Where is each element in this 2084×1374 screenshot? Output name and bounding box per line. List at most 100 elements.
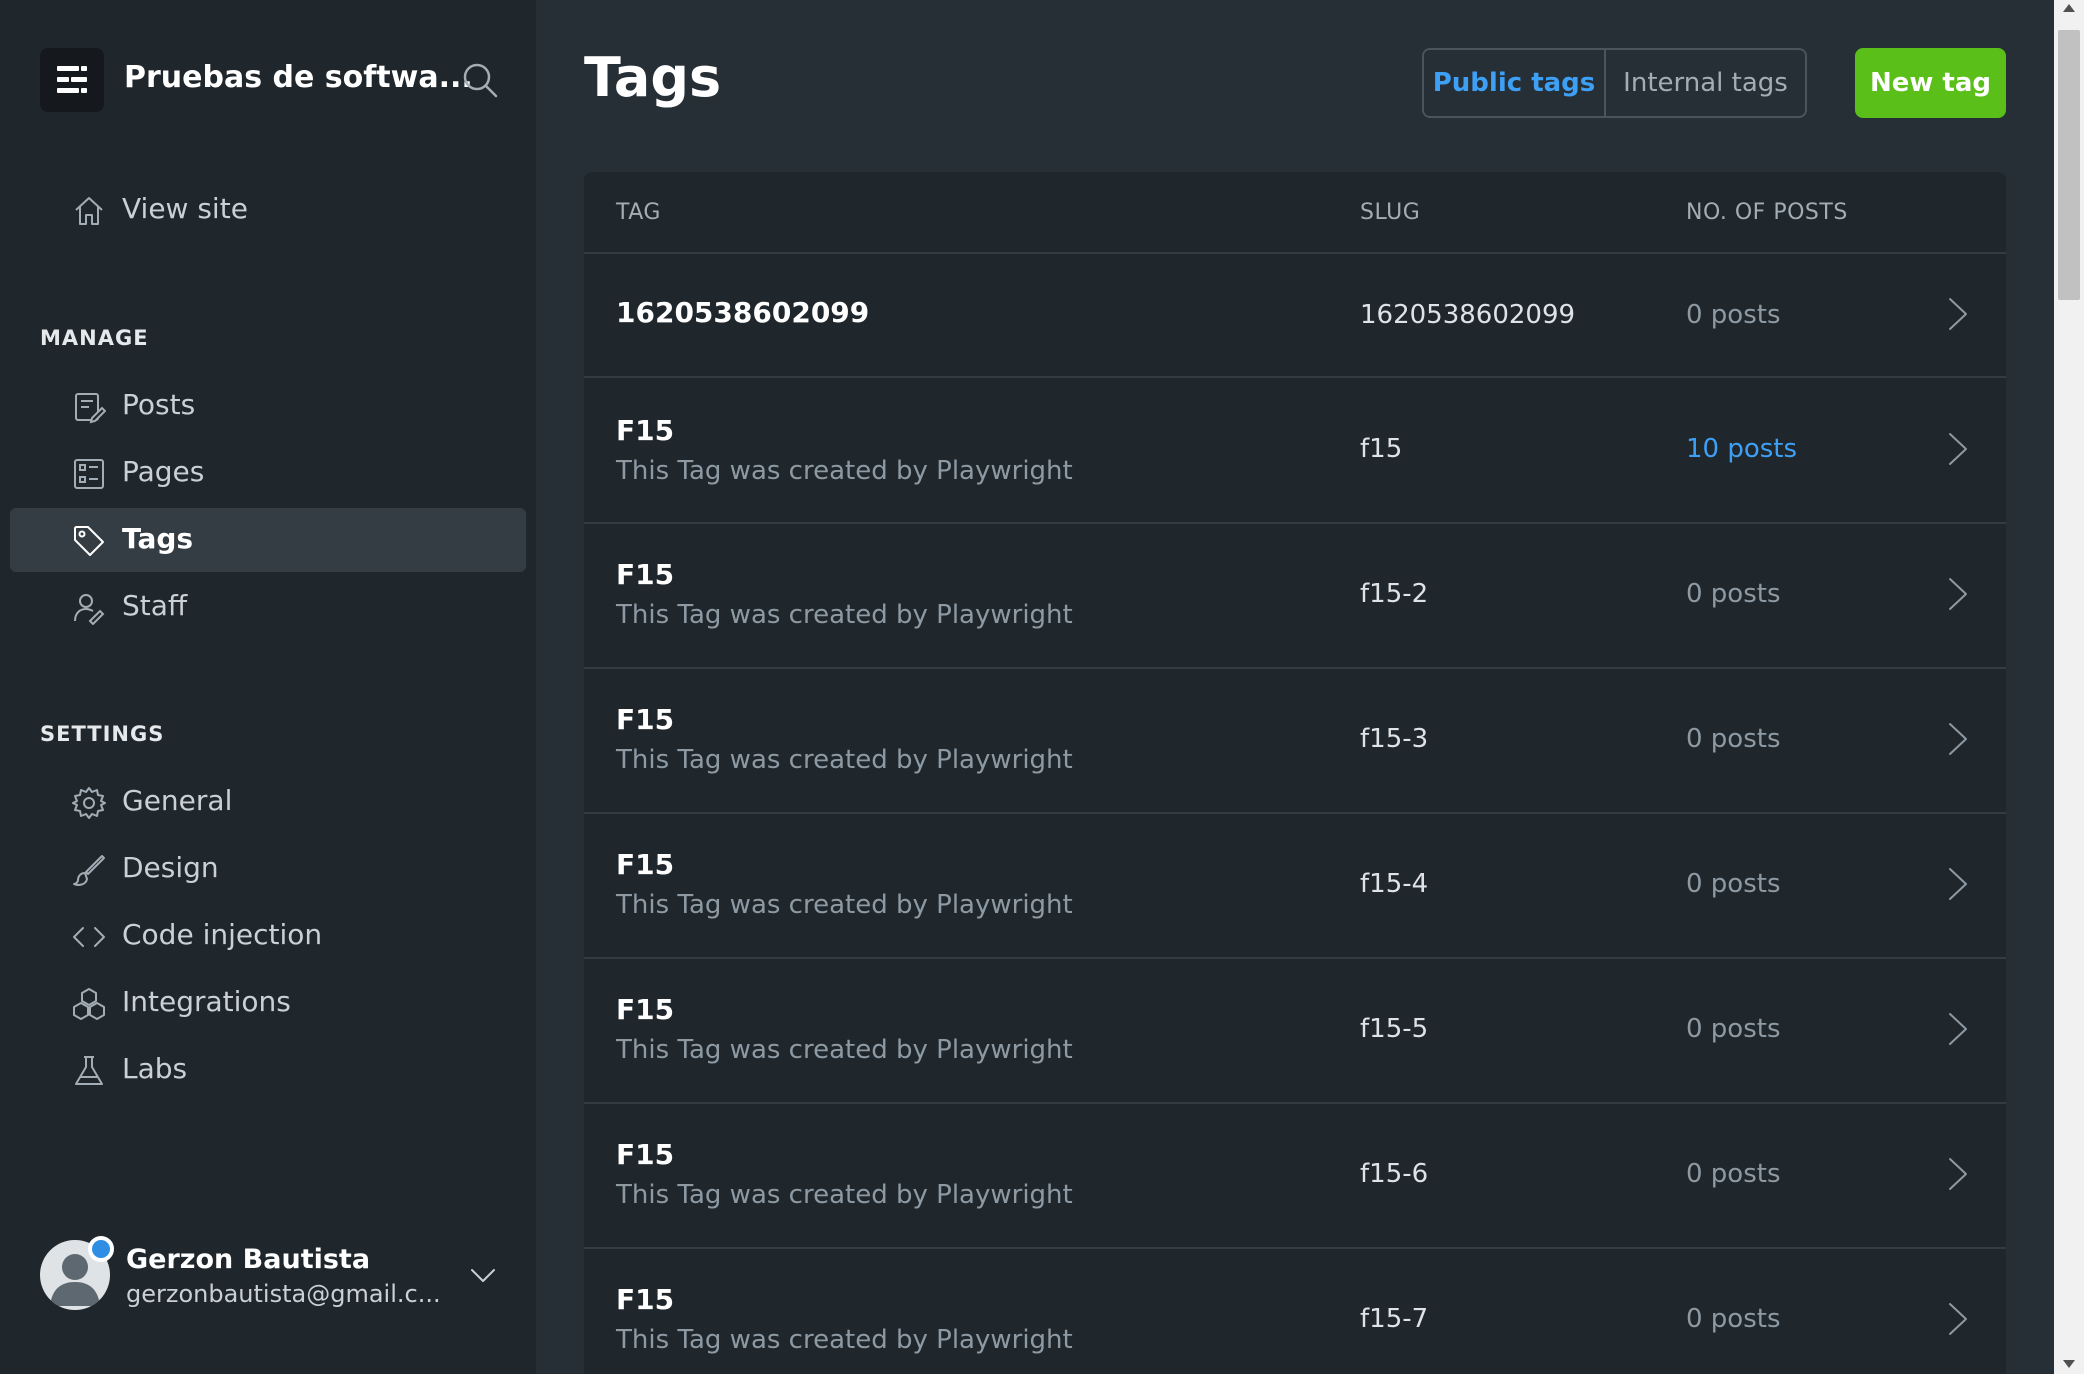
tag-name: F15 [616, 1138, 675, 1171]
table-row[interactable]: F15 This Tag was created by Playwright f… [584, 1249, 2006, 1374]
tag-slug: f15-5 [1360, 1014, 1429, 1044]
tag-slug: f15-2 [1360, 579, 1429, 609]
posts-icon [75, 393, 106, 424]
tag-slug: f15-7 [1360, 1304, 1429, 1334]
tag-post-count: 0 posts [1686, 579, 1781, 609]
tag-post-count: 0 posts [1686, 1304, 1781, 1334]
chevron-right-icon [1949, 723, 1967, 755]
sidebar-item-general[interactable]: General [10, 770, 526, 834]
tag-icon [74, 526, 104, 556]
search-icon[interactable] [460, 60, 500, 100]
tag-name: F15 [616, 1283, 675, 1316]
sidebar-item-label: Tags [122, 522, 194, 555]
sidebar-item-label: Code injection [122, 918, 323, 951]
table-row[interactable]: F15 This Tag was created by Playwright f… [584, 1104, 2006, 1249]
sidebar: Pruebas de softwa... View site MANAGE Po… [0, 0, 536, 1374]
new-tag-button[interactable]: New tag [1855, 48, 2006, 118]
brand: Pruebas de softwa... [40, 48, 498, 112]
scrollbar-thumb[interactable] [2058, 30, 2080, 300]
notification-dot [88, 1236, 114, 1262]
site-logo-icon[interactable] [40, 48, 104, 112]
settings-section-label: SETTINGS [40, 722, 165, 746]
tag-post-count: 0 posts [1686, 724, 1781, 754]
chevron-right-icon [1949, 578, 1967, 610]
tag-description: This Tag was created by Playwright [616, 1325, 1073, 1355]
chevron-right-icon [1949, 1158, 1967, 1190]
sidebar-item-label: Pages [122, 455, 205, 488]
tab-internal-tags[interactable]: Internal tags [1606, 50, 1805, 116]
code-icon [73, 927, 105, 947]
tag-post-count: 0 posts [1686, 300, 1781, 330]
brush-icon [73, 855, 105, 886]
tag-description: This Tag was created by Playwright [616, 456, 1073, 486]
table-row[interactable]: 1620538602099 1620538602099 0 posts [584, 254, 2006, 378]
tag-description: This Tag was created by Playwright [616, 745, 1073, 775]
tag-description: This Tag was created by Playwright [616, 1035, 1073, 1065]
tag-post-count: 0 posts [1686, 869, 1781, 899]
sidebar-item-staff[interactable]: Staff [10, 575, 526, 639]
tag-name: F15 [616, 993, 675, 1026]
chevron-right-icon [1949, 298, 1967, 330]
table-row[interactable]: F15 This Tag was created by Playwright f… [584, 814, 2006, 959]
sidebar-item-view-site[interactable]: View site [10, 178, 526, 242]
sidebar-item-posts[interactable]: Posts [10, 374, 526, 438]
tag-slug: 1620538602099 [1360, 300, 1576, 330]
tag-name: F15 [616, 848, 675, 881]
user-email: gerzonbautista@gmail.c... [126, 1280, 441, 1308]
sidebar-item-code-injection[interactable]: Code injection [10, 904, 526, 968]
sidebar-item-integrations[interactable]: Integrations [10, 971, 526, 1035]
tags-table: TAG SLUG NO. OF POSTS 1620538602099 1620… [584, 172, 2006, 1374]
chevron-right-icon [1949, 1303, 1967, 1335]
sidebar-item-design[interactable]: Design [10, 837, 526, 901]
sidebar-item-label: Labs [122, 1052, 188, 1085]
tag-slug: f15-3 [1360, 724, 1429, 754]
scroll-down-arrow-icon[interactable] [2063, 1360, 2075, 1368]
tag-description: This Tag was created by Playwright [616, 890, 1073, 920]
tag-post-count-link[interactable]: 10 posts [1686, 434, 1797, 464]
tag-post-count: 0 posts [1686, 1014, 1781, 1044]
table-row[interactable]: F15 This Tag was created by Playwright f… [584, 524, 2006, 669]
chevron-right-icon [1949, 1013, 1967, 1045]
flask-icon [75, 1056, 103, 1085]
table-header: TAG SLUG NO. OF POSTS [584, 172, 2006, 254]
column-header-posts: NO. OF POSTS [1686, 200, 1848, 225]
sidebar-item-tags[interactable]: Tags [10, 508, 526, 572]
integrations-icon [73, 988, 105, 1020]
sidebar-item-label: View site [122, 192, 248, 225]
tag-description: This Tag was created by Playwright [616, 1180, 1073, 1210]
sidebar-item-label: General [122, 784, 233, 817]
pages-icon [74, 459, 104, 489]
tab-public-tags[interactable]: Public tags [1424, 50, 1606, 116]
page-title: Tags [584, 46, 722, 109]
tag-post-count: 0 posts [1686, 1159, 1781, 1189]
user-name: Gerzon Bautista [126, 1244, 371, 1275]
tag-name: F15 [616, 414, 675, 447]
sidebar-item-labs[interactable]: Labs [10, 1038, 526, 1102]
column-header-tag: TAG [616, 200, 661, 225]
chevron-right-icon [1949, 868, 1967, 900]
sidebar-item-pages[interactable]: Pages [10, 441, 526, 505]
site-title[interactable]: Pruebas de softwa... [124, 60, 473, 95]
sidebar-item-label: Integrations [122, 985, 291, 1018]
column-header-slug: SLUG [1360, 200, 1421, 225]
sidebar-item-label: Design [122, 851, 219, 884]
gear-icon [72, 787, 106, 819]
tag-name: F15 [616, 558, 675, 591]
manage-section-label: MANAGE [40, 326, 149, 350]
scroll-up-arrow-icon[interactable] [2063, 4, 2075, 12]
tag-visibility-toggle: Public tags Internal tags [1422, 48, 1807, 118]
tag-slug: f15-4 [1360, 869, 1429, 899]
user-menu[interactable]: Gerzon Bautista gerzonbautista@gmail.c..… [40, 1236, 510, 1312]
tag-slug: f15-6 [1360, 1159, 1429, 1189]
tag-name: F15 [616, 703, 675, 736]
home-icon [75, 197, 103, 225]
tag-description: This Tag was created by Playwright [616, 600, 1073, 630]
sidebar-item-label: Posts [122, 388, 196, 421]
chevron-right-icon [1949, 433, 1967, 465]
table-row[interactable]: F15 This Tag was created by Playwright f… [584, 959, 2006, 1104]
chevron-down-icon[interactable] [468, 1260, 498, 1290]
table-row[interactable]: F15 This Tag was created by Playwright f… [584, 669, 2006, 814]
table-row[interactable]: F15 This Tag was created by Playwright f… [584, 378, 2006, 524]
tag-name: 1620538602099 [616, 296, 870, 329]
page-scrollbar[interactable] [2054, 0, 2084, 1374]
